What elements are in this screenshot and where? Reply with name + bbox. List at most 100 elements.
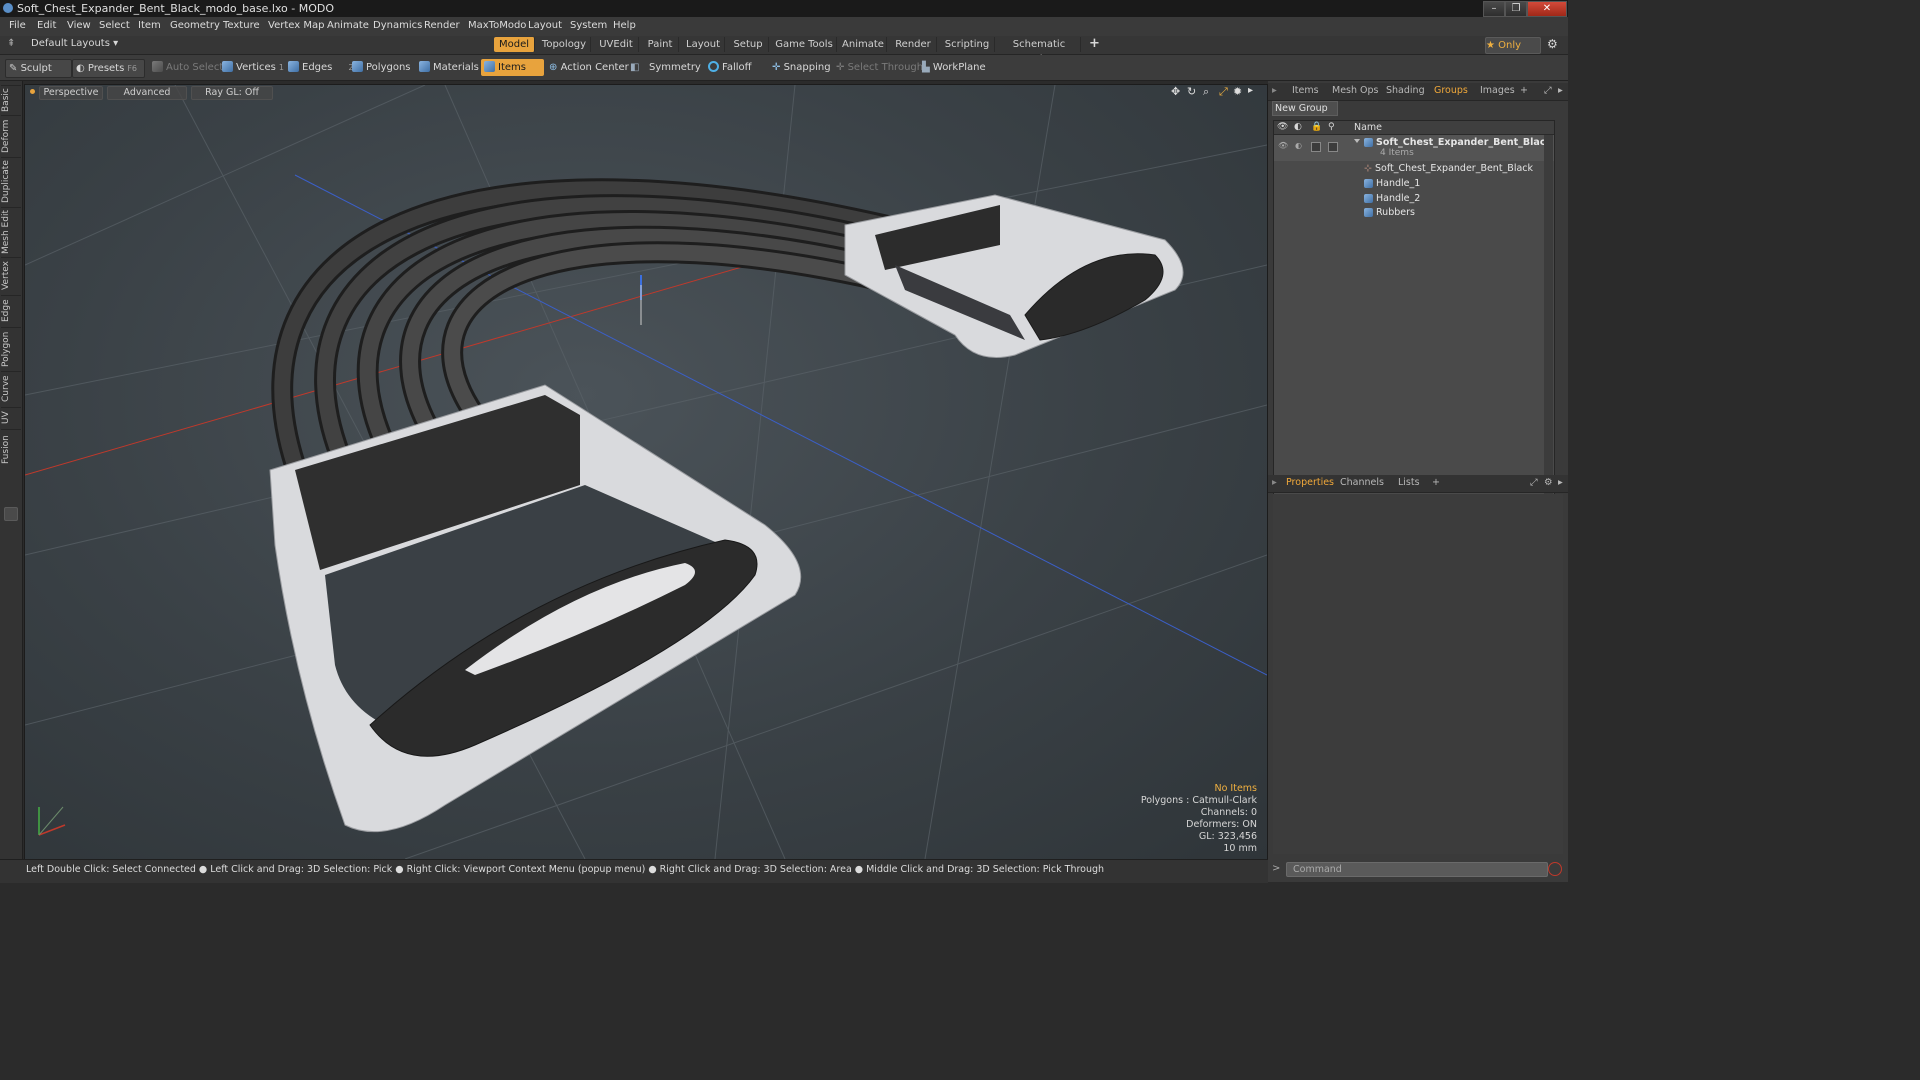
polygons-button[interactable]: Polygons (352, 59, 411, 76)
vtab-mesh-edit[interactable]: Mesh Edit (1, 207, 21, 256)
command-stop-icon[interactable] (1548, 862, 1562, 876)
vtab-vertex[interactable]: Vertex (1, 257, 21, 294)
menu-geometry[interactable]: Geometry (170, 20, 220, 31)
panel-menu-icon[interactable]: ▸ (1272, 85, 1277, 96)
bottom-panel-gear-icon[interactable]: ⚙ (1544, 477, 1553, 488)
tab-channels[interactable]: Channels (1340, 477, 1384, 488)
group-child-row[interactable]: Handle_2 (1364, 193, 1420, 204)
tab-layout[interactable]: Layout (682, 37, 725, 52)
group-child-row[interactable]: ⊹ Soft_Chest_Expander_Bent_Black (1364, 163, 1533, 174)
select-icon[interactable]: ⚲ (1328, 122, 1335, 132)
pan-icon[interactable]: ✥ (1171, 85, 1180, 98)
vtab-curve[interactable]: Curve (1, 371, 21, 406)
viewport-expand-icon[interactable]: ▸ (1248, 85, 1253, 96)
workplane-button[interactable]: ▙ WorkPlane (922, 59, 986, 76)
panel-expand-icon[interactable]: ⤢ (1544, 85, 1552, 96)
rotate-icon[interactable]: ↻ (1187, 85, 1196, 98)
bottom-panel-expand-icon[interactable]: ⤢ (1530, 477, 1538, 488)
tab-animate[interactable]: Animate (840, 37, 887, 52)
only-button[interactable]: ★ Only (1485, 37, 1541, 54)
vtab-polygon[interactable]: Polygon (1, 327, 21, 370)
tool-palette-toggle[interactable] (4, 507, 18, 521)
tab-groups[interactable]: Groups (1434, 85, 1468, 96)
items-button[interactable]: Items (481, 59, 544, 76)
zoom-icon[interactable]: ⌕ (1203, 85, 1209, 99)
viewport-settings-icon[interactable]: ✹ (1233, 85, 1242, 98)
panel-arrow-icon[interactable]: ▸ (1558, 85, 1563, 96)
tab-lists[interactable]: Lists (1398, 477, 1420, 488)
vtab-fusion[interactable]: Fusion (1, 429, 21, 470)
tab-mesh-ops[interactable]: Mesh Ops (1332, 85, 1379, 96)
action-center-button[interactable]: ⊕ Action Center (549, 59, 629, 76)
menu-file[interactable]: File (9, 20, 26, 31)
auto-select-button[interactable]: Auto Select (152, 59, 223, 76)
raygl-toggle[interactable]: Ray GL: Off (191, 86, 273, 100)
groups-scrollbar[interactable] (1544, 135, 1553, 507)
menu-vertex-map[interactable]: Vertex Map (268, 20, 324, 31)
falloff-button[interactable]: Falloff (708, 59, 752, 76)
tab-render[interactable]: Render (890, 37, 937, 52)
minimize-button[interactable]: – (1483, 1, 1505, 17)
groups-list[interactable]: 👁 ◐ 🔒 ⚲ Name 👁 ◐ Soft_Chest_Expander_Ben… (1273, 120, 1555, 510)
menu-animate[interactable]: Animate (327, 20, 369, 31)
menu-help[interactable]: Help (613, 20, 636, 31)
menu-system[interactable]: System (570, 20, 607, 31)
bottom-panel-menu-icon[interactable]: ▸ (1272, 477, 1277, 488)
symmetry-button[interactable]: ◧ Symmetry (630, 59, 701, 76)
tab-uvedit[interactable]: UVEdit (594, 37, 639, 52)
vertices-button[interactable]: Vertices 1 (222, 59, 284, 76)
menu-edit[interactable]: Edit (37, 20, 56, 31)
select-through-button[interactable]: ✛ Select Through (836, 59, 923, 76)
render-icon[interactable]: ◐ (1294, 122, 1302, 132)
menu-item[interactable]: Item (138, 20, 161, 31)
new-group-button[interactable]: New Group (1272, 101, 1338, 116)
materials-button[interactable]: Materials (419, 59, 479, 76)
vtab-uv[interactable]: UV (1, 407, 21, 428)
tab-schematic-fusion[interactable]: Schematic Fusion (998, 37, 1081, 65)
vtab-deform[interactable]: Deform (1, 115, 21, 156)
viewport-menu-dot[interactable] (30, 89, 35, 94)
maximize-viewport-icon[interactable]: ⤢ (1219, 85, 1228, 99)
menu-dynamics[interactable]: Dynamics (373, 20, 422, 31)
expand-arrow-icon[interactable] (1354, 139, 1360, 143)
menu-render[interactable]: Render (424, 20, 460, 31)
gear-icon[interactable]: ⚙ (1547, 37, 1558, 51)
tab-shading[interactable]: Shading (1386, 85, 1425, 96)
vtab-basic[interactable]: Basic (1, 85, 21, 114)
vtab-edge[interactable]: Edge (1, 295, 21, 326)
group-select-checkbox[interactable] (1328, 142, 1338, 152)
tab-items[interactable]: Items (1292, 85, 1319, 96)
vtab-duplicate[interactable]: Duplicate (1, 157, 21, 206)
add-tab-button[interactable]: + (1089, 36, 1100, 51)
edges-button[interactable]: Edges 2 (288, 59, 353, 76)
tab-paint[interactable]: Paint (642, 37, 679, 52)
command-input[interactable]: Command (1286, 862, 1548, 877)
group-name-row[interactable]: Soft_Chest_Expander_Bent_Black (1354, 137, 1552, 148)
layout-pin-icon[interactable]: ⇞ (7, 38, 15, 49)
group-child-row[interactable]: Rubbers (1364, 207, 1415, 218)
default-layouts-dropdown[interactable]: Default Layouts ▾ (31, 38, 118, 49)
menu-maxtomodo[interactable]: MaxToModo (468, 20, 526, 31)
maximize-button[interactable]: ❐ (1505, 1, 1527, 17)
name-column-header[interactable]: Name (1354, 122, 1382, 133)
tab-topology[interactable]: Topology (538, 37, 591, 52)
menu-select[interactable]: Select (99, 20, 130, 31)
menu-view[interactable]: View (67, 20, 91, 31)
menu-layout[interactable]: Layout (528, 20, 562, 31)
viewport-scene[interactable] (25, 85, 1267, 859)
lock-icon[interactable]: 🔒 (1311, 122, 1322, 132)
sculpt-button[interactable]: ✎ Sculpt (5, 59, 72, 78)
add-bottom-tab-button[interactable]: + (1432, 477, 1440, 488)
bottom-panel-arrow-icon[interactable]: ▸ (1558, 477, 1563, 488)
tab-model[interactable]: Model (494, 37, 535, 52)
group-lock-checkbox[interactable] (1311, 142, 1321, 152)
tab-setup[interactable]: Setup (728, 37, 769, 52)
group-child-row[interactable]: Handle_1 (1364, 178, 1420, 189)
add-panel-tab-button[interactable]: + (1520, 85, 1528, 96)
visibility-eye-icon[interactable]: 👁 (1277, 122, 1288, 132)
perspective-dropdown[interactable]: Perspective (39, 86, 103, 100)
tab-images[interactable]: Images (1480, 85, 1515, 96)
menu-texture[interactable]: Texture (223, 20, 260, 31)
tab-game-tools[interactable]: Game Tools (772, 37, 837, 52)
close-button[interactable]: ✕ (1527, 1, 1567, 17)
